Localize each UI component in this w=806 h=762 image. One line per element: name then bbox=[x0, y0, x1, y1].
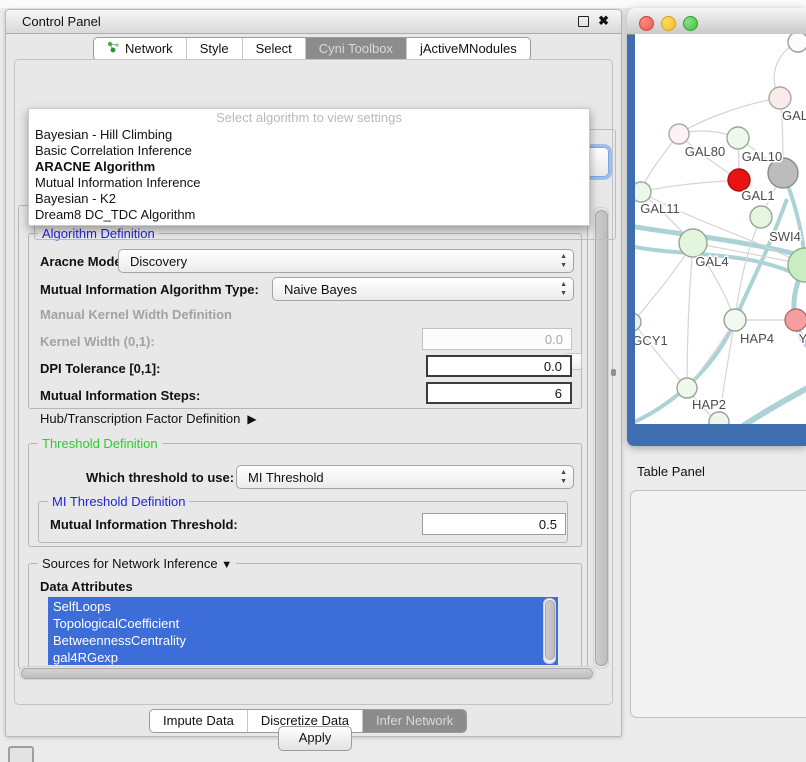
table-panel-window bbox=[630, 490, 806, 718]
kernel-width-label: Kernel Width (0,1): bbox=[40, 334, 155, 349]
mi-steps-field[interactable]: 6 bbox=[426, 382, 572, 404]
mi-steps-value: 6 bbox=[555, 386, 562, 401]
screen: Control Panel ✖ NetworkStyleSelectCyni T… bbox=[0, 0, 806, 762]
combo-arrows-icon: ▲▼ bbox=[560, 252, 567, 270]
control-panel-window: Control Panel ✖ NetworkStyleSelectCyni T… bbox=[5, 9, 622, 737]
network-icon bbox=[107, 38, 120, 60]
mi-threshold-value: 0.5 bbox=[539, 517, 557, 532]
network-node-hap4[interactable] bbox=[724, 309, 746, 331]
network-window-titlebar bbox=[627, 8, 806, 35]
tab-jactivemnodules[interactable]: jActiveMNodules bbox=[407, 38, 530, 60]
aracne-mode-label: Aracne Mode: bbox=[40, 254, 126, 269]
data-attributes-label: Data Attributes bbox=[40, 579, 133, 594]
algorithm-option[interactable]: Dream8 DC_TDC Algorithm bbox=[35, 207, 583, 223]
which-threshold-label: Which threshold to use: bbox=[86, 470, 234, 485]
close-icon[interactable]: ✖ bbox=[598, 13, 609, 29]
mi-threshold-label: Mutual Information Threshold: bbox=[50, 517, 238, 532]
network-node-gcy1[interactable] bbox=[635, 313, 641, 331]
kernel-width-value: 0.0 bbox=[545, 332, 563, 347]
data-attributes-list: gal4RGexpBetweennessCentralityTopologica… bbox=[48, 597, 558, 665]
settings-hscrollbar[interactable] bbox=[19, 666, 595, 680]
tab-select[interactable]: Select bbox=[243, 38, 306, 60]
network-view-window: GAL GAL80 GAL10 GAL1 GAL11 SWI4 GAL4 HAP4 Y GCY1 H… bbox=[627, 8, 806, 446]
network-node-gal11[interactable] bbox=[635, 182, 651, 202]
node-label: HAP2 bbox=[692, 397, 726, 412]
algorithm-option[interactable]: Bayesian - K2 bbox=[35, 191, 583, 207]
threshold-definition-legend: Threshold Definition bbox=[38, 436, 162, 451]
data-attribute-item[interactable]: BetweennessCentrality bbox=[48, 632, 558, 649]
network-node-swi4[interactable] bbox=[750, 206, 772, 228]
data-attribute-item[interactable]: SelfLoops bbox=[48, 598, 558, 615]
combo-arrows-icon: ▲▼ bbox=[560, 468, 567, 486]
network-node-gal10[interactable] bbox=[727, 127, 749, 149]
network-node-gal[interactable] bbox=[769, 87, 791, 109]
algorithm-dropdown-popup: Select algorithm to view settings Bayesi… bbox=[28, 108, 590, 226]
node-label: GCY1 bbox=[635, 333, 668, 348]
node-label: GAL4 bbox=[695, 254, 728, 269]
node-label: GAL bbox=[782, 108, 806, 123]
node-label: GAL80 bbox=[685, 144, 725, 159]
tab-impute-data[interactable]: Impute Data bbox=[150, 710, 248, 732]
network-node-hap2[interactable] bbox=[677, 378, 697, 398]
network-node[interactable] bbox=[709, 412, 729, 424]
expander-down-icon: ▼ bbox=[221, 559, 232, 571]
which-threshold-combo[interactable]: MI Threshold ▲▼ bbox=[236, 465, 574, 489]
mi-type-value: Naive Bayes bbox=[284, 282, 357, 297]
network-node[interactable] bbox=[788, 34, 806, 52]
tab-style[interactable]: Style bbox=[187, 38, 243, 60]
sources-legend[interactable]: Sources for Network Inference ▼ bbox=[38, 556, 236, 571]
network-node-gal80[interactable] bbox=[669, 124, 689, 144]
mi-type-label: Mutual Information Algorithm Type: bbox=[40, 282, 259, 297]
algorithm-option[interactable]: Bayesian - Hill Climbing bbox=[35, 127, 583, 143]
expander-right-icon: ▶ bbox=[244, 412, 257, 426]
network-node-y[interactable] bbox=[785, 309, 806, 331]
mi-type-combo[interactable]: Naive Bayes ▲▼ bbox=[272, 277, 574, 301]
dpi-tolerance-label: DPI Tolerance [0,1]: bbox=[40, 361, 160, 376]
node-label: GAL1 bbox=[741, 188, 774, 203]
network-canvas[interactable]: GAL GAL80 GAL10 GAL1 GAL11 SWI4 GAL4 HAP4 Y GCY1 H… bbox=[635, 34, 806, 424]
table-panel-title: Table Panel bbox=[637, 464, 705, 479]
desktop-background bbox=[0, 0, 806, 8]
node-label: GAL11 bbox=[640, 201, 680, 216]
control-panel-titlebar: Control Panel ✖ bbox=[6, 10, 621, 34]
data-attribute-item[interactable]: gal4RGexp bbox=[48, 649, 558, 665]
tab-cyni-toolbox[interactable]: Cyni Toolbox bbox=[306, 38, 407, 60]
data-attribute-item[interactable]: TopologicalCoefficient bbox=[48, 615, 558, 632]
cyni-toolbox-content: Select algorithm to view settings Bayesi… bbox=[14, 59, 613, 705]
node-label: HAP4 bbox=[740, 331, 774, 346]
mi-threshold-field[interactable]: 0.5 bbox=[422, 513, 566, 535]
network-node-gal4[interactable] bbox=[679, 229, 707, 257]
combo-arrows-icon: ▲▼ bbox=[560, 280, 567, 298]
apply-button[interactable]: Apply bbox=[278, 726, 352, 751]
close-traffic-light[interactable] bbox=[639, 16, 654, 31]
node-label: Y bbox=[799, 331, 806, 346]
dropdown-placeholder: Select algorithm to view settings bbox=[29, 110, 589, 126]
node-label: SWI4 bbox=[769, 229, 801, 244]
aracne-mode-combo[interactable]: Discovery ▲▼ bbox=[118, 249, 574, 273]
dpi-tolerance-field[interactable]: 0.0 bbox=[426, 355, 572, 377]
control-panel-title: Control Panel bbox=[22, 14, 101, 29]
tab-network[interactable]: Network bbox=[94, 38, 187, 60]
algorithm-option[interactable]: Basic Correlation Inference bbox=[35, 143, 583, 159]
control-panel-tabbar: NetworkStyleSelectCyni ToolboxjActiveMNo… bbox=[93, 37, 531, 61]
dpi-tolerance-value: 0.0 bbox=[544, 359, 562, 374]
node-label: GAL10 bbox=[742, 149, 782, 164]
float-window-icon[interactable] bbox=[578, 16, 589, 27]
which-threshold-value: MI Threshold bbox=[248, 470, 324, 485]
aracne-mode-value: Discovery bbox=[130, 254, 187, 269]
zoom-traffic-light[interactable] bbox=[683, 16, 698, 31]
algorithm-option[interactable]: Mutual Information Inference bbox=[35, 175, 583, 191]
manual-kernel-label: Manual Kernel Width Definition bbox=[40, 307, 232, 322]
mi-threshold-legend: MI Threshold Definition bbox=[48, 494, 189, 509]
attributes-scrollbar[interactable] bbox=[543, 598, 556, 664]
settings-vscrollbar[interactable] bbox=[593, 207, 609, 669]
kernel-width-field[interactable]: 0.0 bbox=[422, 328, 572, 350]
tab-infer-network[interactable]: Infer Network bbox=[363, 710, 466, 732]
mi-steps-label: Mutual Information Steps: bbox=[40, 388, 200, 403]
minimize-traffic-light[interactable] bbox=[661, 16, 676, 31]
splitter-handle[interactable] bbox=[611, 369, 616, 376]
hub-definition-expander[interactable]: Hub/Transcription Factor Definition ▶ bbox=[40, 411, 257, 426]
algorithm-option[interactable]: ARACNE Algorithm bbox=[35, 159, 583, 175]
docked-panel-icon[interactable] bbox=[8, 746, 34, 762]
